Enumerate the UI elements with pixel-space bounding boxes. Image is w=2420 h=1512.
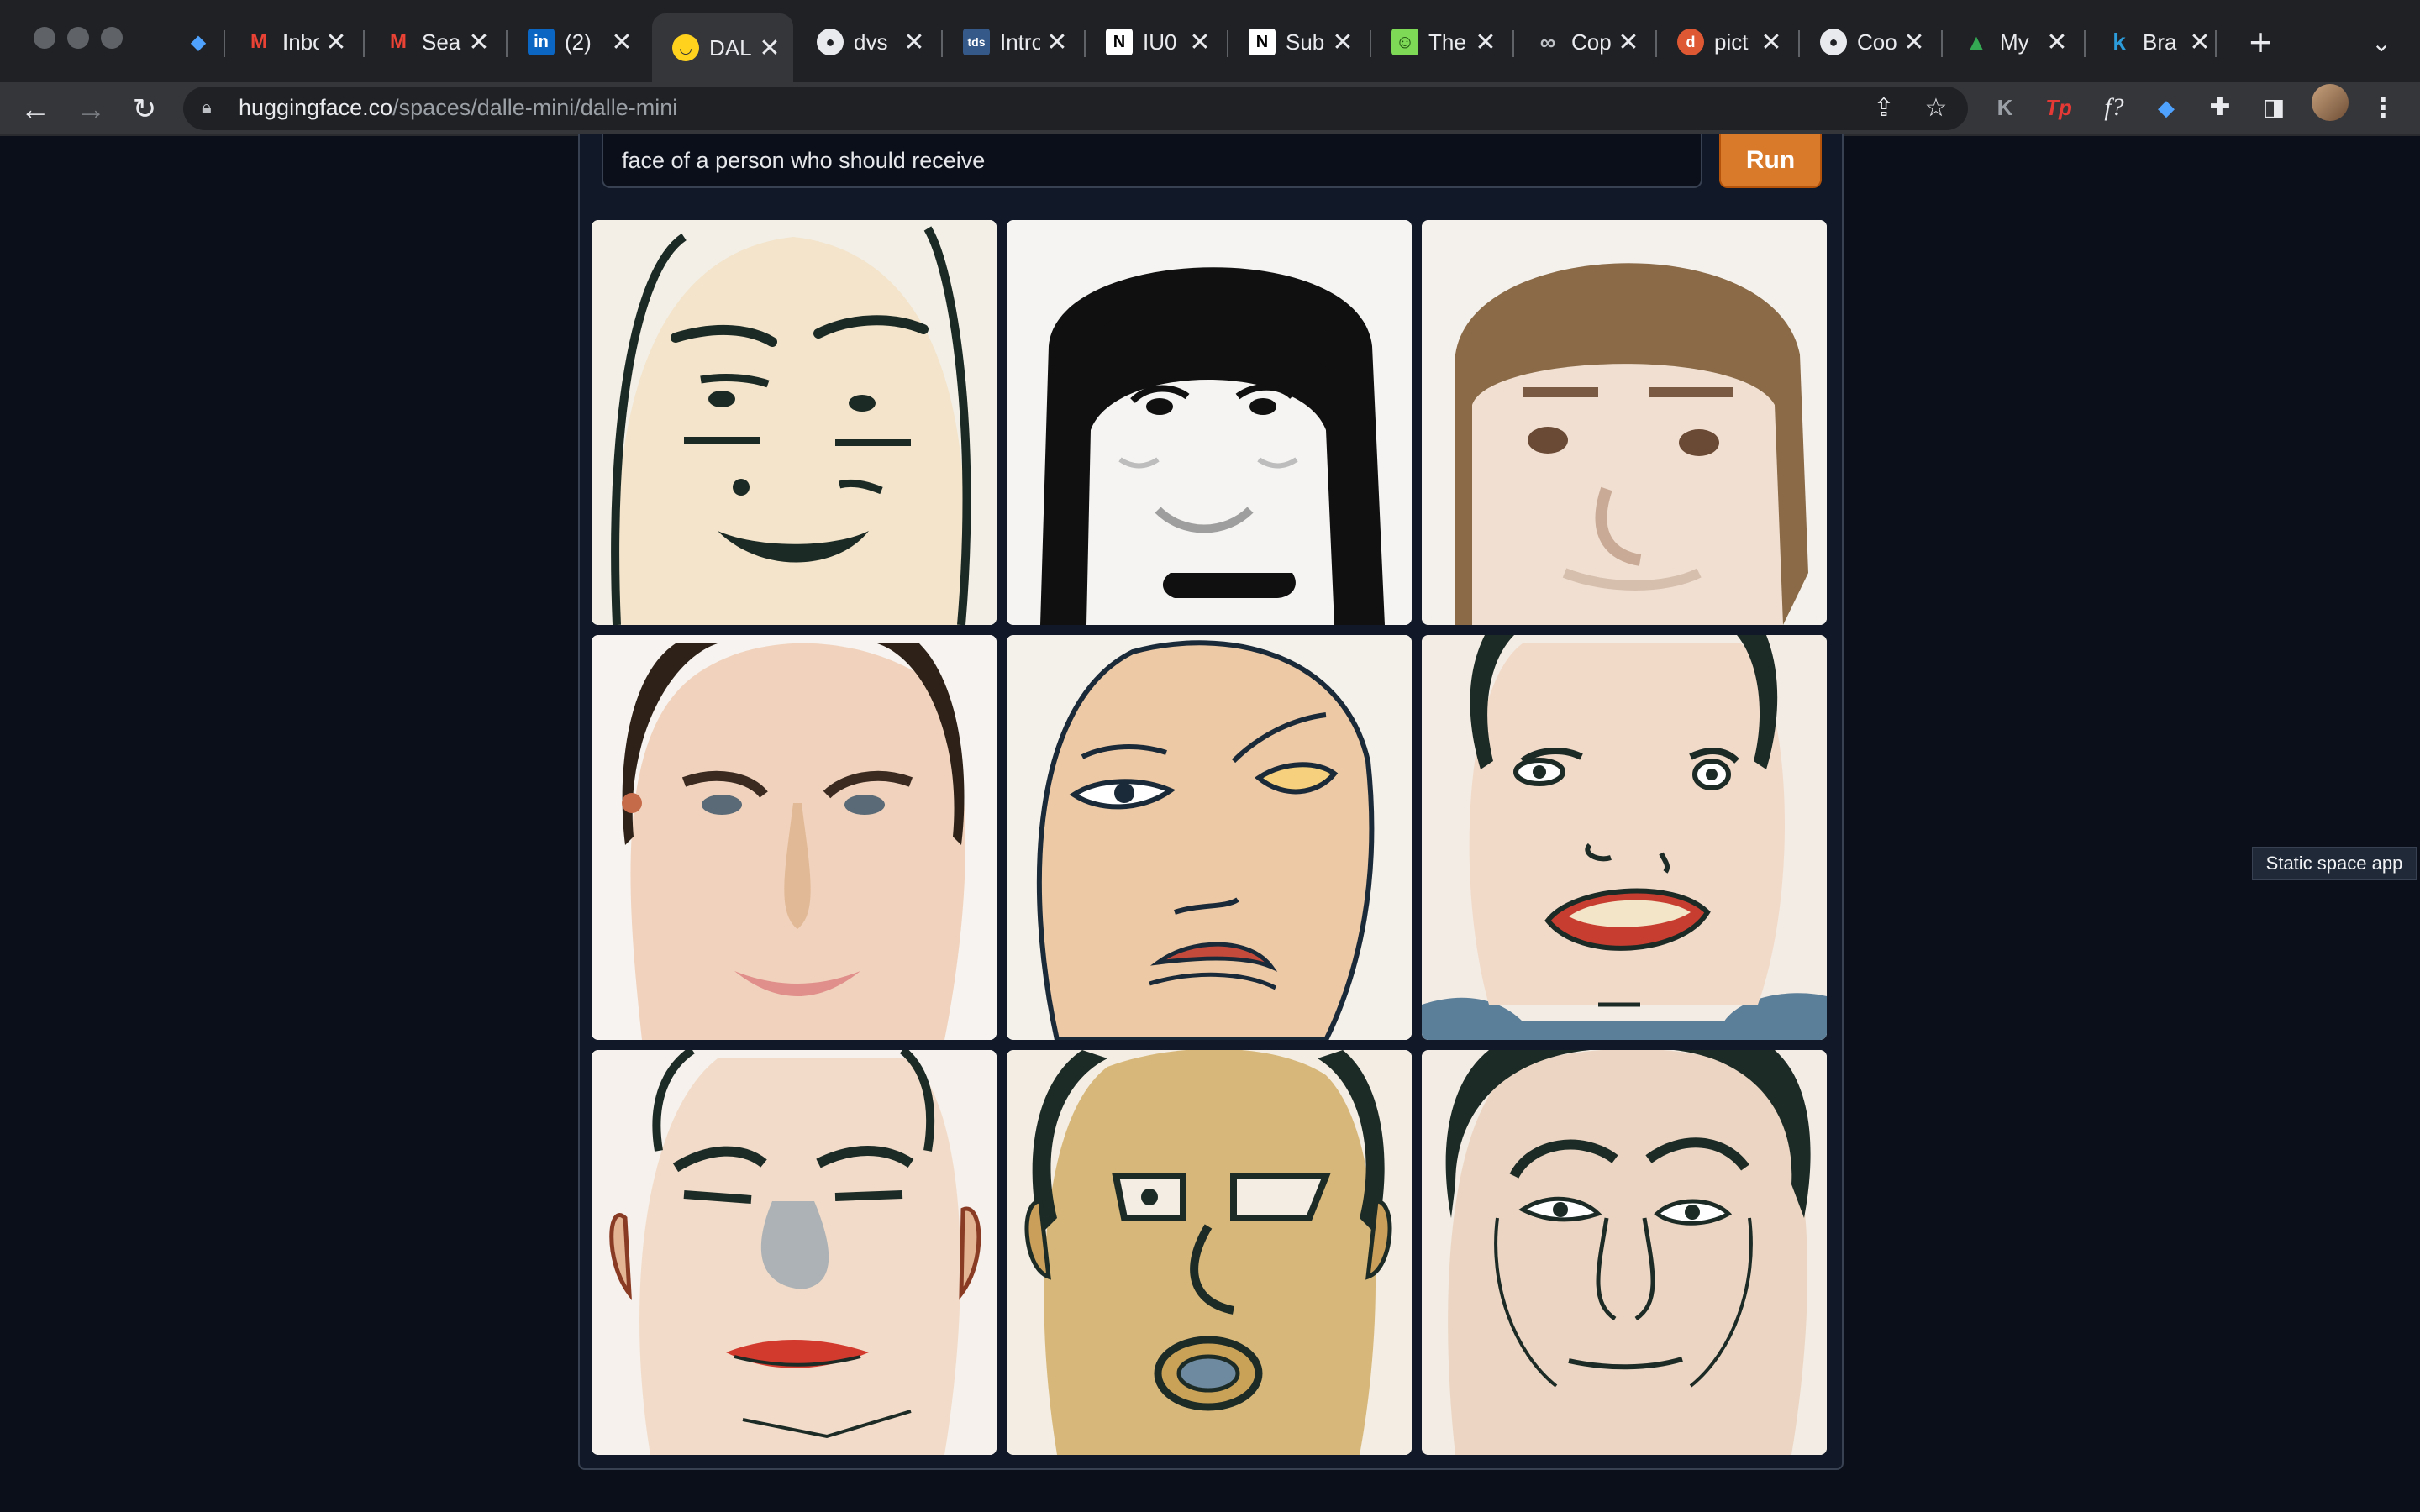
extension-formula-icon[interactable]: f? — [2096, 87, 2133, 128]
dalle-mini-app: face of a person who should receive Run — [578, 134, 1844, 1470]
tab-linkedin[interactable]: in (2) ✕ — [508, 15, 645, 69]
minimize-window-button[interactable] — [67, 27, 89, 49]
tab-colab[interactable]: ∞ Cop ✕ — [1514, 15, 1652, 69]
tab-search[interactable]: M Search ✕ — [365, 15, 502, 69]
generated-face-6[interactable] — [1422, 635, 1827, 1040]
generated-face-8[interactable] — [1007, 1050, 1412, 1455]
close-tab-icon[interactable]: ✕ — [319, 28, 353, 57]
close-tab-icon[interactable]: ✕ — [1897, 28, 1931, 57]
k-icon: k — [2112, 29, 2126, 55]
tab-sub[interactable]: N Sub ✕ — [1228, 15, 1366, 69]
tab-inbox[interactable]: M Inbox ✕ — [225, 15, 360, 69]
tab-pict[interactable]: d pict ✕ — [1657, 15, 1795, 69]
close-tab-icon[interactable]: ✕ — [897, 28, 931, 57]
close-tab-icon[interactable]: ✕ — [1612, 28, 1645, 57]
extension-tp-icon[interactable]: Tp — [2040, 87, 2077, 128]
gmail-icon: M — [390, 30, 407, 53]
generated-face-2[interactable] — [1007, 220, 1412, 625]
reload-button[interactable]: ↻ — [124, 89, 165, 129]
tab-iu0[interactable]: N IU0 ✕ — [1086, 15, 1223, 69]
tab-bra[interactable]: k Bra ✕ — [2086, 15, 2223, 69]
run-button[interactable]: Run — [1719, 134, 1822, 188]
close-tab-icon[interactable]: ✕ — [462, 28, 496, 57]
tab-the[interactable]: ☺ The ✕ — [1371, 15, 1509, 69]
github-icon: ● — [817, 29, 844, 55]
tab-search-menu-icon[interactable]: ⌄ — [2361, 24, 2402, 64]
lock-icon: 🔒︎ — [202, 97, 212, 118]
profile-avatar[interactable] — [2312, 84, 2349, 121]
hugging-face-icon: ◡ — [672, 34, 699, 61]
extension-gem-icon[interactable]: ◆ — [2148, 87, 2185, 128]
url-text[interactable]: huggingface.co/spaces/dalle-mini/dalle-m… — [239, 95, 677, 121]
maximize-window-button[interactable] — [101, 27, 123, 49]
gmail-icon: M — [250, 30, 267, 53]
close-tab-icon[interactable]: ✕ — [2183, 28, 2217, 57]
close-tab-icon[interactable]: ✕ — [753, 34, 786, 63]
side-panel-icon[interactable]: ◨ — [2255, 87, 2292, 128]
static-space-tooltip: Static space app — [2252, 847, 2417, 880]
tab-coo[interactable]: ● Coo ✕ — [1800, 15, 1938, 69]
generated-face-4[interactable] — [592, 635, 997, 1040]
google-drive-icon: ▲ — [1965, 29, 1987, 55]
generated-face-3[interactable] — [1422, 220, 1827, 625]
generated-face-9[interactable] — [1422, 1050, 1827, 1455]
gem-icon: ◆ — [190, 30, 207, 54]
extensions-puzzle-icon[interactable]: ✚ — [2202, 87, 2238, 128]
generated-face-1[interactable] — [592, 220, 997, 625]
close-tab-icon[interactable]: ✕ — [1183, 28, 1217, 57]
github-icon: ● — [1820, 29, 1847, 55]
prompt-input[interactable]: face of a person who should receive — [602, 134, 1702, 188]
notion-icon: N — [1249, 29, 1276, 55]
tab-dvs[interactable]: ● dvs ✕ — [797, 15, 938, 69]
close-tab-icon[interactable]: ✕ — [1326, 28, 1360, 57]
smiley-icon: ☺ — [1392, 29, 1418, 55]
generated-images-grid — [592, 220, 1832, 1462]
close-tab-icon[interactable]: ✕ — [1469, 28, 1502, 57]
bookmark-star-icon[interactable]: ☆ — [1919, 92, 1953, 125]
tab-intro[interactable]: tds Intro ✕ — [943, 15, 1081, 69]
browser-menu-icon[interactable]: ⋮ — [2365, 87, 2402, 128]
generated-face-5[interactable] — [1007, 635, 1412, 1040]
close-tab-icon[interactable]: ✕ — [605, 28, 639, 57]
duckduckgo-icon: d — [1677, 29, 1704, 55]
forward-button[interactable]: → — [71, 89, 111, 129]
share-icon[interactable]: ⇪ — [1867, 92, 1901, 125]
tds-icon: tds — [963, 29, 990, 55]
tab-0[interactable]: ◆ — [165, 15, 224, 69]
new-tab-button[interactable]: + — [2237, 18, 2284, 66]
colab-icon: ∞ — [1539, 29, 1556, 55]
address-bar[interactable]: 🔒︎ huggingface.co/spaces/dalle-mini/dall… — [183, 87, 1968, 130]
tab-my-drive[interactable]: ▲ My ✕ — [1943, 15, 2081, 69]
back-button[interactable]: ← — [15, 89, 55, 129]
close-window-button[interactable] — [34, 27, 55, 49]
close-tab-icon[interactable]: ✕ — [1754, 28, 1788, 57]
close-tab-icon[interactable]: ✕ — [2040, 28, 2074, 57]
tab-dalle-active[interactable]: ◡ DALL·E ✕ — [652, 13, 793, 82]
notion-icon: N — [1106, 29, 1133, 55]
close-tab-icon[interactable]: ✕ — [1040, 28, 1074, 57]
generated-face-7[interactable] — [592, 1050, 997, 1455]
extension-k-icon[interactable]: K — [1986, 87, 2023, 128]
tab-strip: ◆ M Inbox ✕ M Search ✕ in (2) ✕ ◡ DALL·E… — [0, 0, 2420, 82]
linkedin-icon: in — [528, 29, 555, 55]
